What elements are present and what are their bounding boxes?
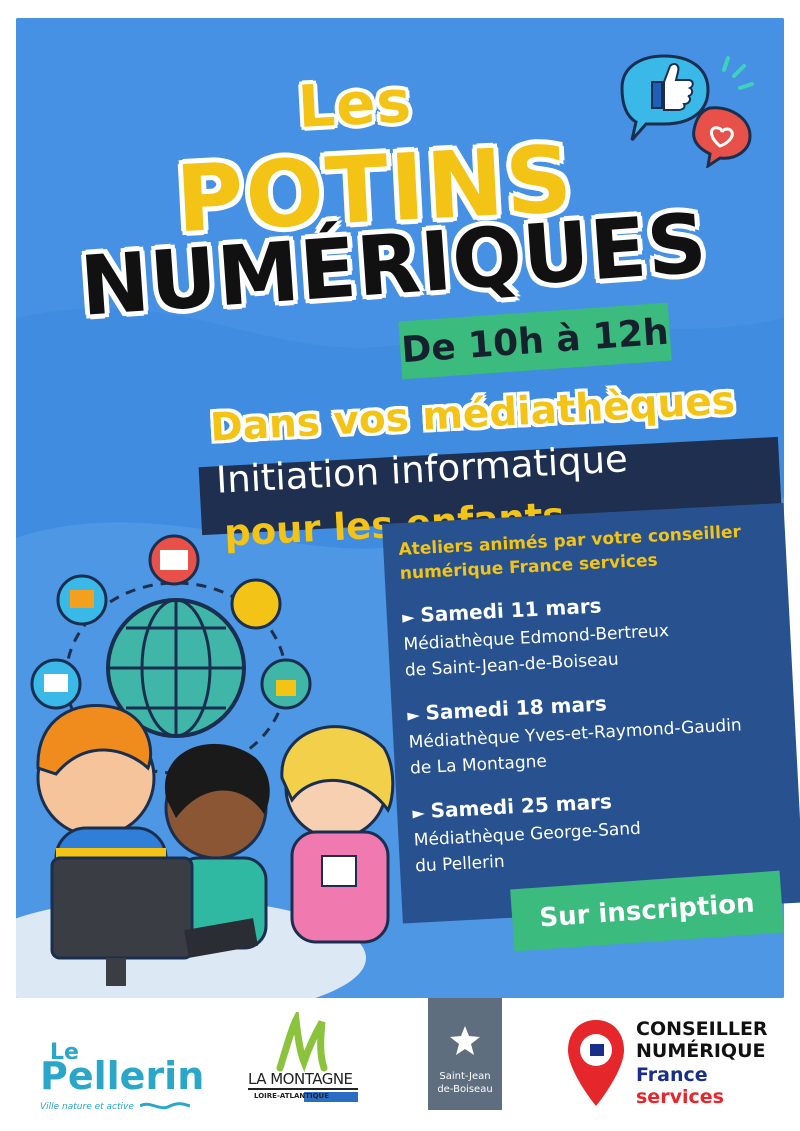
- session-2: ► Samedi 18 mars Médiathèque Yves-et-Raym…: [407, 682, 791, 782]
- info-content: Ateliers animés par votre conseiller num…: [398, 518, 795, 879]
- cn-line4: services: [636, 1086, 724, 1108]
- pellerin-name: Pellerin: [40, 1054, 205, 1098]
- boiseau-line2: de-Boiseau: [437, 1084, 493, 1095]
- montagne-divider: [248, 1088, 358, 1090]
- montagne-lm-icon: [276, 1012, 328, 1073]
- boiseau-star-icon: [450, 1026, 480, 1055]
- map-pin-icon: [568, 1020, 624, 1106]
- logo-conseiller-numerique: CONSEILLER NUMÉRIQUE France services: [564, 1016, 784, 1116]
- pellerin-wave-icon: [140, 1102, 190, 1110]
- arrow-right-icon: ►: [401, 607, 415, 627]
- logo-le-pellerin: Le Pellerin Ville nature et active: [40, 1040, 204, 1120]
- montagne-region: LOIRE-ATLANTIQUE: [254, 1092, 330, 1100]
- title-les: Les: [296, 67, 414, 141]
- cn-line2: NUMÉRIQUE: [636, 1040, 766, 1062]
- logo-la-montagne: LA MONTAGNE LOIRE-ATLANTIQUE: [248, 1012, 368, 1112]
- arrow-right-icon: ►: [411, 802, 426, 823]
- hours-text: De 10h à 12h: [400, 311, 670, 371]
- cn-line3: France: [636, 1064, 708, 1086]
- arrow-right-icon: ►: [406, 705, 421, 725]
- session-1: ► Samedi 11 mars Médiathèque Edmond-Bertr…: [401, 584, 785, 684]
- boiseau-text: Saint-Jean de-Boiseau: [428, 1070, 502, 1096]
- boiseau-line1: Saint-Jean: [439, 1071, 491, 1082]
- kids-computer-illustration: [16, 534, 395, 998]
- cn-line1: CONSEILLER: [636, 1018, 768, 1040]
- registration-text: Sur inscription: [538, 888, 756, 934]
- montagne-name: LA MONTAGNE: [248, 1070, 353, 1088]
- like-bubble-icon: [620, 54, 754, 168]
- logo-saint-jean-de-boiseau: Saint-Jean de-Boiseau: [428, 998, 502, 1110]
- pellerin-tagline: Ville nature et active: [40, 1102, 134, 1112]
